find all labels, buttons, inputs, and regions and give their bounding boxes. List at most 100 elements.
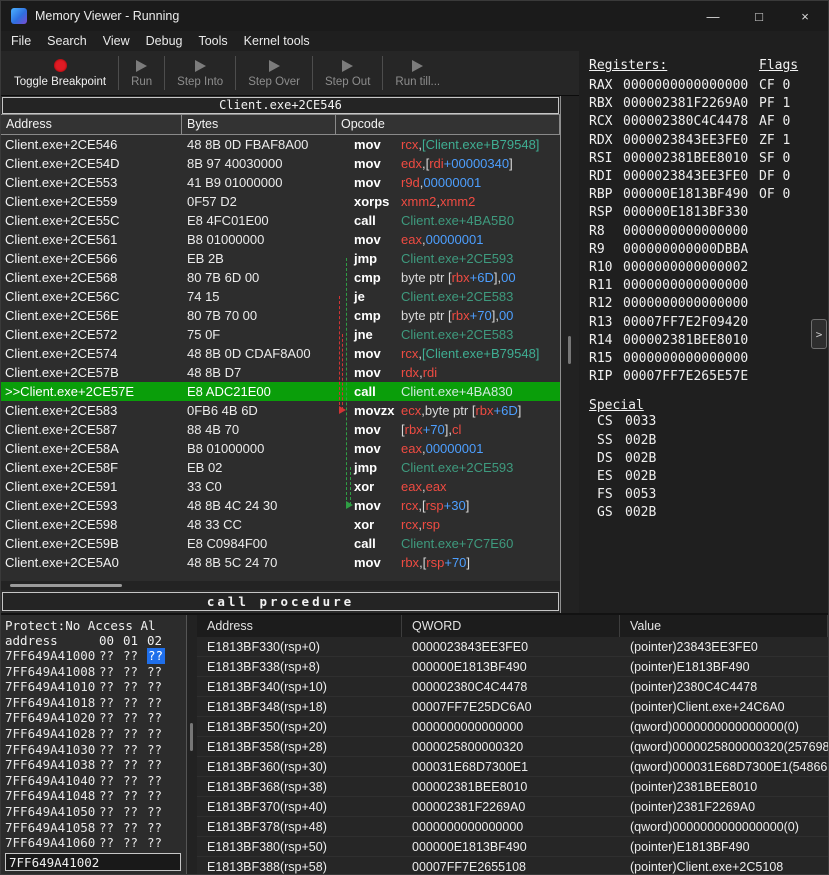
register-row[interactable]: R1300007FF7E2F09420 (589, 314, 824, 332)
disasm-row[interactable]: Client.exe+2CE5590F57 D2xorpsxmm2,xmm2 (1, 192, 560, 211)
disasm-row[interactable]: Client.exe+2CE59348 8B 4C 24 30movrcx,[r… (1, 496, 560, 515)
register-row[interactable]: RSP000000E1813BF330 (589, 204, 824, 222)
memory-byte[interactable]: ?? (123, 835, 147, 851)
maximize-button[interactable]: □ (736, 1, 782, 31)
disasm-row[interactable]: Client.exe+2CE57275 0FjneClient.exe+2CE5… (1, 325, 560, 344)
register-row[interactable]: R100000000000000002 (589, 259, 824, 277)
disasm-row[interactable]: Client.exe+2CE58AB8 01000000moveax,00000… (1, 439, 560, 458)
column-header-address[interactable]: Address (1, 115, 182, 134)
disasm-row[interactable]: Client.exe+2CE561B8 01000000moveax,00000… (1, 230, 560, 249)
memory-byte[interactable]: ?? (123, 726, 147, 742)
horizontal-scrollbar[interactable] (1, 581, 560, 590)
segment-register-row[interactable]: FS0053 (589, 486, 824, 504)
stack-row[interactable]: E1813BF350(rsp+20)0000000000000000(qword… (197, 717, 828, 737)
register-row[interactable]: RBP000000E1813BF490OF 0 (589, 186, 824, 204)
memory-row[interactable]: 7FF649A41030?????? (5, 742, 186, 758)
segment-register-row[interactable]: SS002B (589, 432, 824, 450)
disasm-row[interactable]: Client.exe+2CE59848 33 CCxorrcx,rsp (1, 515, 560, 534)
disasm-row[interactable]: Client.exe+2CE57B48 8B D7movrdx,rdi (1, 363, 560, 382)
memory-byte-selected[interactable]: ?? (147, 648, 165, 664)
memory-byte[interactable]: ?? (147, 773, 171, 789)
memory-byte[interactable]: ?? (99, 788, 123, 804)
stack-row[interactable]: E1813BF330(rsp+0)0000023843EE3FE0(pointe… (197, 637, 828, 657)
memory-byte[interactable]: ?? (147, 788, 171, 804)
stack-header-value[interactable]: Value (620, 615, 828, 637)
menu-kernel-tools[interactable]: Kernel tools (236, 33, 318, 49)
register-row[interactable]: RDI0000023843EE3FE0DF 0 (589, 168, 824, 186)
close-button[interactable]: × (782, 1, 828, 31)
stack-row[interactable]: E1813BF388(rsp+58)00007FF7E2655108(point… (197, 857, 828, 874)
segment-register-row[interactable]: GS002B (589, 504, 824, 522)
disasm-row[interactable]: Client.exe+2CE59133 C0xoreax,eax (1, 477, 560, 496)
memory-row[interactable]: 7FF649A41048?????? (5, 788, 186, 804)
stack-header-address[interactable]: Address (197, 615, 402, 637)
memory-byte[interactable]: ?? (147, 679, 171, 695)
memory-byte[interactable]: ?? (99, 773, 123, 789)
disasm-row[interactable]: Client.exe+2CE55CE8 4FC01E00callClient.e… (1, 211, 560, 230)
register-row[interactable]: R14000002381BEE8010 (589, 332, 824, 350)
memory-row[interactable]: 7FF649A41050?????? (5, 804, 186, 820)
memory-byte[interactable]: ?? (147, 726, 171, 742)
memory-byte[interactable]: ?? (99, 648, 123, 664)
register-row[interactable]: RIP00007FF7E265E57E (589, 368, 824, 386)
memory-row[interactable]: 7FF649A41040?????? (5, 773, 186, 789)
toolbar-button-step-over[interactable]: Step Over (239, 51, 309, 95)
vertical-splitter[interactable] (561, 96, 579, 613)
memory-byte[interactable]: ?? (123, 710, 147, 726)
menu-search[interactable]: Search (39, 33, 95, 49)
register-row[interactable]: R120000000000000000 (589, 295, 824, 313)
register-row[interactable]: R80000000000000000 (589, 223, 824, 241)
memory-byte[interactable]: ?? (99, 742, 123, 758)
disasm-row[interactable]: Client.exe+2CE54648 8B 0D FBAF8A00movrcx… (1, 135, 560, 154)
stack-row[interactable]: E1813BF368(rsp+38)000002381BEE8010(point… (197, 777, 828, 797)
register-row[interactable]: RSI000002381BEE8010SF 0 (589, 150, 824, 168)
memory-byte[interactable]: ?? (123, 695, 147, 711)
toolbar-button-run-till[interactable]: Run till... (386, 51, 449, 95)
memory-row[interactable]: 7FF649A41028?????? (5, 726, 186, 742)
menu-view[interactable]: View (95, 33, 138, 49)
memory-byte[interactable]: ?? (147, 742, 171, 758)
register-row[interactable]: R150000000000000000 (589, 350, 824, 368)
memory-byte[interactable]: ?? (99, 804, 123, 820)
register-row[interactable]: RCX000002380C4C4478AF 0 (589, 113, 824, 131)
memory-byte[interactable]: ?? (99, 757, 123, 773)
segment-register-row[interactable]: CS0033 (589, 413, 824, 431)
toolbar-button-step-into[interactable]: Step Into (168, 51, 232, 95)
segment-register-row[interactable]: DS002B (589, 450, 824, 468)
memory-row[interactable]: 7FF649A41020?????? (5, 710, 186, 726)
disasm-row[interactable]: Client.exe+2CE54D8B 97 40030000movedx,[r… (1, 154, 560, 173)
menu-file[interactable]: File (3, 33, 39, 49)
disasm-row[interactable]: Client.exe+2CE58FEB 02jmpClient.exe+2CE5… (1, 458, 560, 477)
stack-row[interactable]: E1813BF380(rsp+50)000000E1813BF490(point… (197, 837, 828, 857)
register-row[interactable]: R110000000000000000 (589, 277, 824, 295)
scrollbar-thumb[interactable] (10, 584, 122, 587)
disasm-row[interactable]: Client.exe+2CE58788 4B 70mov[rbx+70],cl (1, 420, 560, 439)
stack-row[interactable]: E1813BF340(rsp+10)000002380C4C4478(point… (197, 677, 828, 697)
disasm-row[interactable]: Client.exe+2CE59BE8 C0984F00callClient.e… (1, 534, 560, 553)
memory-byte[interactable]: ?? (123, 664, 147, 680)
memory-row[interactable]: 7FF649A41038?????? (5, 757, 186, 773)
toolbar-button-run[interactable]: Run (122, 51, 161, 95)
stack-row[interactable]: E1813BF338(rsp+8)000000E1813BF490(pointe… (197, 657, 828, 677)
disasm-row[interactable]: Client.exe+2CE5A048 8B 5C 24 70movrbx,[r… (1, 553, 560, 572)
memory-byte[interactable]: ?? (147, 835, 171, 851)
memory-byte[interactable]: ?? (147, 710, 171, 726)
memory-byte[interactable]: ?? (123, 757, 147, 773)
memory-byte[interactable]: ?? (123, 773, 147, 789)
stack-row[interactable]: E1813BF360(rsp+30)000031E68D7300E1(qword… (197, 757, 828, 777)
memory-byte[interactable]: ?? (123, 788, 147, 804)
disasm-row[interactable]: Client.exe+2CE55341 B9 01000000movr9d,00… (1, 173, 560, 192)
memory-byte[interactable]: ?? (99, 835, 123, 851)
title-bar[interactable]: Memory Viewer - Running — □ × (1, 1, 828, 31)
memory-byte[interactable]: ?? (99, 726, 123, 742)
splitter-handle[interactable] (190, 723, 193, 751)
disasm-row[interactable]: >>Client.exe+2CE57EE8 ADC21E00callClient… (1, 382, 560, 401)
menu-tools[interactable]: Tools (190, 33, 235, 49)
memory-byte[interactable]: ?? (123, 742, 147, 758)
bottom-splitter[interactable] (187, 615, 197, 874)
memory-row[interactable]: 7FF649A41018?????? (5, 695, 186, 711)
minimize-button[interactable]: — (690, 1, 736, 31)
memory-byte[interactable]: ?? (99, 664, 123, 680)
memory-byte[interactable]: ?? (99, 679, 123, 695)
memory-byte[interactable]: ?? (99, 820, 123, 836)
